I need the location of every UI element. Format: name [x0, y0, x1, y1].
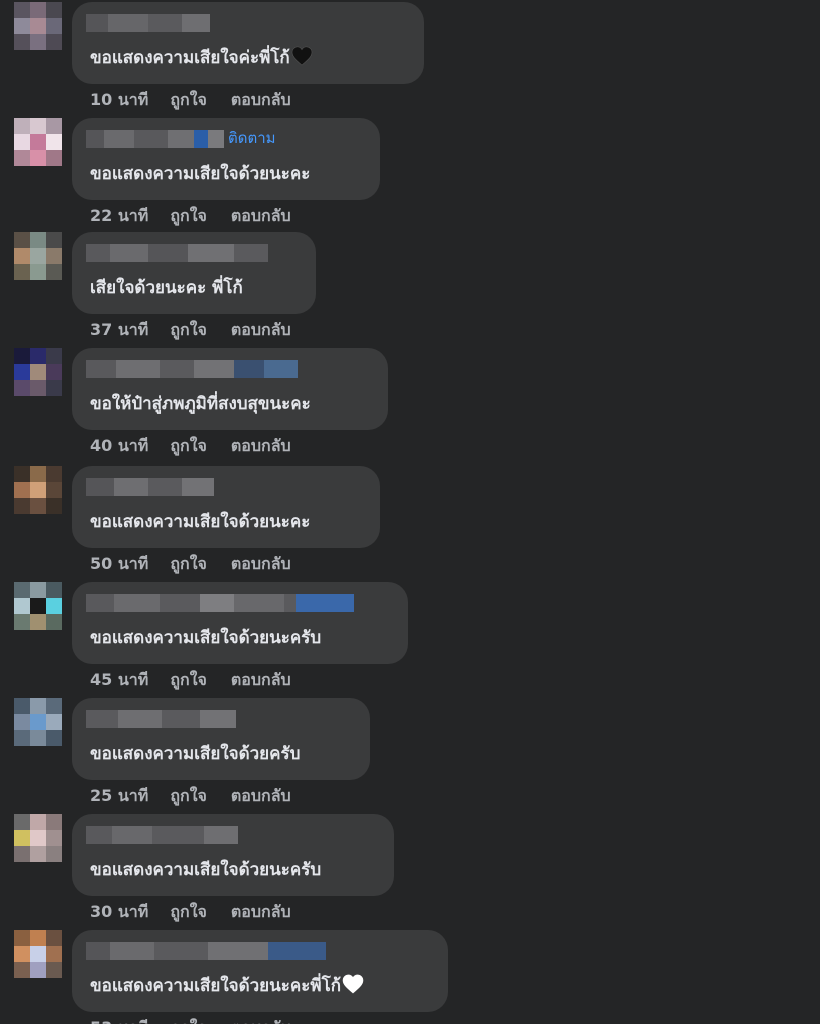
reply-button[interactable]: ตอบกลับ	[231, 668, 291, 692]
comment-text: ขอแสดงความเสียใจด้วยครับ	[90, 742, 300, 766]
comment-actions: 37 นาที ถูกใจ ตอบกลับ	[90, 318, 291, 342]
comment-text-content: ขอแสดงความเสียใจด้วยนะคะ	[90, 164, 311, 184]
avatar[interactable]	[14, 930, 62, 978]
reply-button[interactable]: ตอบกลับ	[231, 318, 291, 342]
comment-actions: 25 นาที ถูกใจ ตอบกลับ	[90, 784, 291, 808]
comment-text: ขอแสดงความเสียใจด้วยนะครับ	[90, 858, 321, 882]
comment-text-content: ขอแสดงความเสียใจด้วยนะครับ	[90, 628, 322, 648]
commenter-name-pixelated[interactable]: ติดตาม	[86, 130, 276, 148]
comment-text: ขอให้ป๋าสู่ภพภูมิที่สงบสุขนะคะ	[90, 392, 311, 416]
comment-item: ขอแสดงความเสียใจด้วยนะครับ 30 นาที ถูกใจ ตอ…	[0, 814, 820, 930]
comment-bubble: เสียใจด้วยนะคะ พี่โก้	[72, 232, 316, 314]
commenter-name-pixelated[interactable]	[86, 244, 268, 262]
reply-button[interactable]: ตอบกลับ	[231, 434, 291, 458]
commenter-name-pixelated[interactable]	[86, 942, 326, 960]
avatar[interactable]	[14, 698, 62, 746]
comment-item: ขอแสดงความเสียใจค่ะพี่โก้ 10 นาที ถูกใจ ตอบ…	[0, 2, 820, 118]
comment-timestamp[interactable]: 50 นาที	[90, 552, 148, 576]
comment-text-content: ขอแสดงความเสียใจด้วยนะครับ	[90, 860, 322, 880]
comment-timestamp[interactable]: 37 นาที	[90, 318, 148, 342]
comment-actions: 53 นาที ถูกใจ ตอบกลับ	[90, 1016, 291, 1024]
commenter-name-pixelated[interactable]	[86, 710, 236, 728]
comment-item: ขอให้ป๋าสู่ภพภูมิที่สงบสุขนะคะ 40 นาที ถูก…	[0, 348, 820, 464]
white-heart-icon	[342, 974, 364, 1001]
like-button[interactable]: ถูกใจ	[170, 434, 207, 458]
like-button[interactable]: ถูกใจ	[170, 1016, 207, 1024]
comment-item: ขอแสดงความเสียใจด้วยครับ 25 นาที ถูกใจ ตอบก…	[0, 698, 820, 814]
reply-button[interactable]: ตอบกลับ	[231, 1016, 291, 1024]
reply-button[interactable]: ตอบกลับ	[231, 784, 291, 808]
comment-timestamp[interactable]: 45 นาที	[90, 668, 148, 692]
comment-timestamp[interactable]: 40 นาที	[90, 434, 148, 458]
comment-actions: 30 นาที ถูกใจ ตอบกลับ	[90, 900, 291, 924]
comment-actions: 22 นาที ถูกใจ ตอบกลับ	[90, 204, 291, 228]
comment-item: ขอแสดงความเสียใจด้วยนะคะ 50 นาที ถูกใจ ตอบก…	[0, 466, 820, 582]
avatar[interactable]	[14, 2, 62, 50]
like-button[interactable]: ถูกใจ	[170, 668, 207, 692]
like-button[interactable]: ถูกใจ	[170, 204, 207, 228]
comment-bubble: ขอแสดงความเสียใจค่ะพี่โก้	[72, 2, 424, 84]
comment-bubble: ติดตามขอแสดงความเสียใจด้วยนะคะ	[72, 118, 380, 200]
comment-text-content: เสียใจด้วยนะคะ พี่โก้	[90, 278, 243, 298]
like-button[interactable]: ถูกใจ	[170, 88, 207, 112]
comment-text-content: ขอแสดงความเสียใจด้วยนะคะพี่โก้	[90, 976, 342, 996]
comment-bubble: ขอให้ป๋าสู่ภพภูมิที่สงบสุขนะคะ	[72, 348, 388, 430]
reply-button[interactable]: ตอบกลับ	[231, 900, 291, 924]
comment-text-content: ขอแสดงความเสียใจด้วยครับ	[90, 744, 301, 764]
like-button[interactable]: ถูกใจ	[170, 552, 207, 576]
avatar[interactable]	[14, 466, 62, 514]
comment-actions: 10 นาที ถูกใจ ตอบกลับ	[90, 88, 291, 112]
like-button[interactable]: ถูกใจ	[170, 318, 207, 342]
comment-text-content: ขอแสดงความเสียใจค่ะพี่โก้	[90, 48, 290, 68]
avatar[interactable]	[14, 348, 62, 396]
comment-timestamp[interactable]: 10 นาที	[90, 88, 148, 112]
commenter-name-pixelated[interactable]	[86, 14, 210, 32]
commenter-name-pixelated[interactable]	[86, 826, 238, 844]
avatar[interactable]	[14, 118, 62, 166]
comment-timestamp[interactable]: 22 นาที	[90, 204, 148, 228]
comment-timestamp[interactable]: 53 นาที	[90, 1016, 148, 1024]
comment-bubble: ขอแสดงความเสียใจด้วยครับ	[72, 698, 370, 780]
commenter-name-pixelated[interactable]	[86, 594, 354, 612]
reply-button[interactable]: ตอบกลับ	[231, 552, 291, 576]
comment-bubble: ขอแสดงความเสียใจด้วยนะครับ	[72, 582, 408, 664]
comment-actions: 50 นาที ถูกใจ ตอบกลับ	[90, 552, 291, 576]
comment-text-content: ขอให้ป๋าสู่ภพภูมิที่สงบสุขนะคะ	[90, 394, 311, 414]
comment-text: ขอแสดงความเสียใจด้วยนะคะ	[90, 162, 310, 186]
reply-button[interactable]: ตอบกลับ	[231, 88, 291, 112]
comment-bubble: ขอแสดงความเสียใจด้วยนะคะพี่โก้	[72, 930, 448, 1012]
follow-link[interactable]: ติดตาม	[228, 130, 276, 148]
comment-text: ขอแสดงความเสียใจค่ะพี่โก้	[90, 46, 313, 73]
comment-item: ขอแสดงความเสียใจด้วยนะคะพี่โก้ 53 นาที ถูก…	[0, 930, 820, 1024]
avatar[interactable]	[14, 582, 62, 630]
comment-item: เสียใจด้วยนะคะ พี่โก้ 37 นาที ถูกใจ ตอบกลับ	[0, 232, 820, 348]
avatar[interactable]	[14, 814, 62, 862]
comment-bubble: ขอแสดงความเสียใจด้วยนะคะ	[72, 466, 380, 548]
comment-item: ขอแสดงความเสียใจด้วยนะครับ 45 นาที ถูกใจ ตอ…	[0, 582, 820, 698]
comment-text: เสียใจด้วยนะคะ พี่โก้	[90, 276, 243, 300]
black-heart-icon	[291, 46, 313, 73]
commenter-name-pixelated[interactable]	[86, 478, 214, 496]
comment-text: ขอแสดงความเสียใจด้วยนะครับ	[90, 626, 321, 650]
commenter-name-pixelated[interactable]	[86, 360, 298, 378]
comment-text-content: ขอแสดงความเสียใจด้วยนะคะ	[90, 512, 311, 532]
comment-timestamp[interactable]: 30 นาที	[90, 900, 148, 924]
comment-timestamp[interactable]: 25 นาที	[90, 784, 148, 808]
avatar[interactable]	[14, 232, 62, 280]
comment-list: ขอแสดงความเสียใจค่ะพี่โก้ 10 นาที ถูกใจ ตอบ…	[0, 0, 820, 1024]
comment-actions: 40 นาที ถูกใจ ตอบกลับ	[90, 434, 291, 458]
reply-button[interactable]: ตอบกลับ	[231, 204, 291, 228]
like-button[interactable]: ถูกใจ	[170, 784, 207, 808]
like-button[interactable]: ถูกใจ	[170, 900, 207, 924]
comment-text: ขอแสดงความเสียใจด้วยนะคะพี่โก้	[90, 974, 364, 1001]
comment-actions: 45 นาที ถูกใจ ตอบกลับ	[90, 668, 291, 692]
comment-text: ขอแสดงความเสียใจด้วยนะคะ	[90, 510, 310, 534]
comment-bubble: ขอแสดงความเสียใจด้วยนะครับ	[72, 814, 394, 896]
comment-item: ติดตามขอแสดงความเสียใจด้วยนะคะ 22 นาที ถูก…	[0, 118, 820, 234]
